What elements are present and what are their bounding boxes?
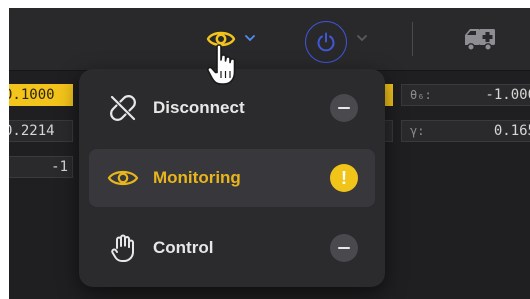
- power-icon: [317, 32, 335, 52]
- menu-item-label: Disconnect: [153, 98, 245, 117]
- menu-item-control[interactable]: Control: [89, 219, 375, 277]
- menu-item-monitoring[interactable]: Monitoring !: [89, 149, 375, 207]
- menu-item-label: Control: [153, 238, 214, 257]
- hand-pointer-cursor-icon: [206, 44, 236, 85]
- hand-icon: [107, 232, 139, 264]
- menu-item-label: Monitoring: [153, 168, 241, 187]
- param-cell-3[interactable]: -1: [9, 156, 73, 178]
- ambulance-icon: [465, 29, 495, 51]
- toolbar-divider: [412, 22, 413, 56]
- gamma-field[interactable]: γ: 0.165: [401, 120, 530, 142]
- status-neutral-icon: [330, 94, 358, 122]
- status-warning-icon: !: [330, 164, 358, 192]
- chevron-down-icon: [357, 35, 367, 42]
- param-cell-1[interactable]: 0.1000: [9, 84, 73, 106]
- warning-mark: !: [341, 168, 347, 188]
- toolbar: [9, 8, 530, 71]
- menu-item-disconnect[interactable]: Disconnect: [89, 79, 375, 137]
- gamma-label: γ:: [410, 124, 425, 138]
- emergency-button[interactable]: [459, 24, 501, 54]
- eye-icon: [107, 162, 139, 194]
- theta6-value: -1.000: [485, 87, 530, 103]
- gamma-value: 0.165: [493, 123, 530, 139]
- status-neutral-icon: [330, 234, 358, 262]
- mode-dropdown-menu: Disconnect Monitoring ! Control: [79, 69, 385, 287]
- power-dropdown-toggle[interactable]: [355, 30, 369, 46]
- theta6-label: θ₆:: [410, 88, 432, 102]
- chevron-down-icon: [245, 35, 255, 42]
- app-window: 0.1000 0.2214 -1 θ₆: -1.000 γ: 0.165 Dis…: [9, 8, 530, 299]
- param-cell-2[interactable]: 0.2214: [9, 120, 73, 142]
- theta6-field[interactable]: θ₆: -1.000: [401, 84, 530, 106]
- power-button[interactable]: [305, 21, 347, 63]
- disconnect-plug-icon: [107, 92, 139, 124]
- mode-dropdown-toggle[interactable]: [243, 30, 257, 46]
